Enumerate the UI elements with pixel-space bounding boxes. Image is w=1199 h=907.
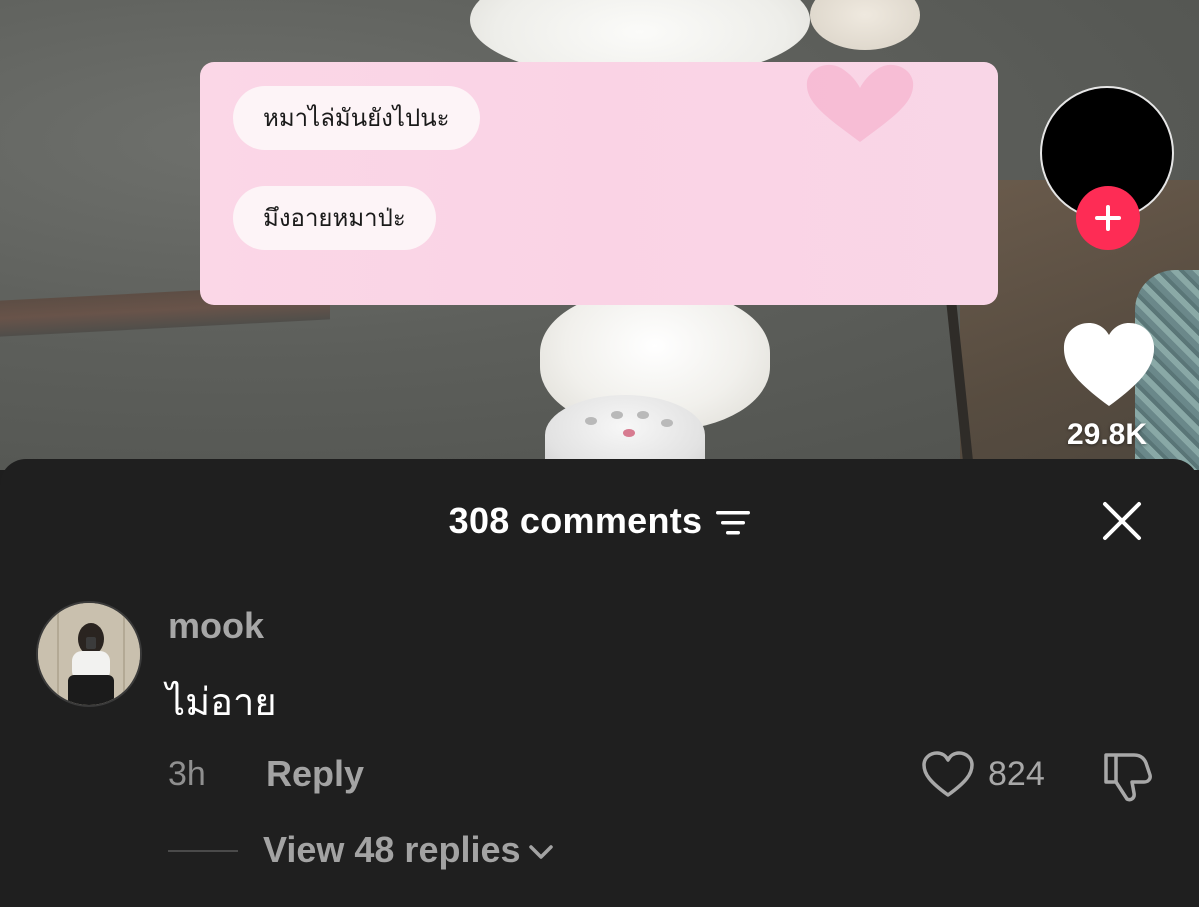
chevron-down-icon — [528, 845, 553, 859]
comment-username[interactable]: mook — [168, 605, 264, 647]
avatar[interactable] — [36, 601, 142, 707]
user-photo — [38, 603, 140, 705]
comment-text: ไม่อาย — [166, 680, 277, 724]
view-replies-label: View 48 replies — [263, 829, 521, 870]
comment-like-count: 824 — [988, 755, 1045, 793]
heart-outline-icon[interactable] — [922, 751, 974, 799]
tiktok-video-screen: หมาไล่มันยังไปนะ มึงอายหมาป่ะ 29.8K 308 … — [0, 0, 1199, 907]
comments-title: 308 comments — [448, 500, 703, 541]
close-icon[interactable] — [1100, 499, 1144, 543]
follow-button[interactable] — [1076, 186, 1140, 250]
comments-header: 308 comments — [0, 493, 1199, 549]
comments-sheet: 308 comments mook ไม่อาย 3h Reply 824 Vi… — [0, 459, 1199, 907]
chat-overlay: หมาไล่มันยังไปนะ มึงอายหมาป่ะ — [200, 62, 998, 305]
replies-divider — [168, 850, 238, 852]
like-count: 29.8K — [1066, 418, 1148, 451]
chat-bubble: มึงอายหมาป่ะ — [233, 186, 436, 250]
view-replies-button[interactable]: View 48 replies — [263, 829, 555, 871]
thumbs-down-icon[interactable] — [1100, 749, 1154, 803]
comment-time: 3h — [168, 755, 206, 793]
filter-icon[interactable] — [716, 508, 751, 538]
plus-icon — [1095, 205, 1121, 231]
heart-decoration-icon — [806, 64, 914, 142]
dog-paw — [810, 0, 920, 50]
video-player[interactable]: หมาไล่มันยังไปนะ มึงอายหมาป่ะ 29.8K — [0, 0, 1199, 470]
chat-bubble: หมาไล่มันยังไปนะ — [233, 86, 480, 150]
reply-button[interactable]: Reply — [266, 753, 364, 795]
heart-icon[interactable] — [1062, 322, 1156, 408]
